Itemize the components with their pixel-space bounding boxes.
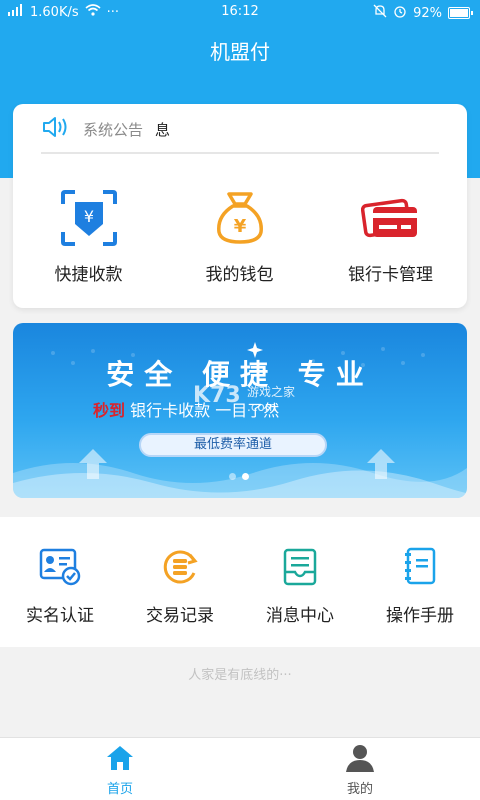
- banner-pill: 最低费率通道: [139, 433, 327, 457]
- qr-receive-icon: ¥: [13, 188, 164, 248]
- promo-banner[interactable]: 安全 便捷 专业 秒到 银行卡收款 一目了然 K73 游戏之家 .com 最低费…: [13, 323, 467, 498]
- wallet-label: 我的钱包: [205, 265, 274, 285]
- status-bar: 1.60K/s ··· 16:12 92%: [0, 0, 480, 24]
- tab-home[interactable]: 首页: [70, 744, 170, 797]
- carousel-dot[interactable]: [229, 473, 236, 480]
- page-title: 机盟付: [210, 40, 270, 64]
- bank-card-icon: [315, 188, 466, 248]
- quick-receive-label: 快捷收款: [54, 265, 123, 285]
- svg-text:¥: ¥: [233, 216, 246, 237]
- bottom-tab-bar: 首页 我的: [0, 737, 480, 800]
- list-end-hint: 人家是有底线的···: [188, 668, 292, 683]
- transaction-history-button[interactable]: 交易记录: [120, 547, 240, 626]
- svg-text:¥: ¥: [83, 207, 93, 226]
- feature-grid: 实名认证 交易记录 消息中心 操作手册: [0, 517, 480, 647]
- alarm-icon: [393, 4, 407, 22]
- coins-history-icon: [120, 547, 240, 587]
- watermark-logo: K73: [193, 383, 241, 408]
- main-card: 系统公告 息 ¥ 快捷收款 ¥ 我的钱包 银行卡管理: [13, 104, 467, 308]
- home-icon: [70, 744, 170, 772]
- divider: [41, 152, 439, 154]
- real-name-auth-label: 实名认证: [26, 606, 94, 626]
- message-center-label: 消息中心: [266, 606, 334, 626]
- user-icon: [310, 744, 410, 772]
- id-card-check-icon: [0, 547, 120, 587]
- banner-subtitle-highlight: 秒到: [93, 401, 126, 420]
- carousel-dot-active[interactable]: [242, 473, 249, 480]
- quick-receive-button[interactable]: ¥ 快捷收款: [13, 188, 164, 285]
- wallet-button[interactable]: ¥ 我的钱包: [164, 188, 315, 285]
- manual-book-icon: [360, 547, 480, 587]
- manual-button[interactable]: 操作手册: [360, 547, 480, 626]
- notice-text: 息: [155, 120, 171, 139]
- carousel-indicator: [229, 473, 249, 480]
- real-name-auth-button[interactable]: 实名认证: [0, 547, 120, 626]
- message-doc-icon: [240, 547, 360, 587]
- manual-label: 操作手册: [386, 606, 454, 626]
- tab-home-label: 首页: [106, 782, 133, 797]
- tab-mine-label: 我的: [346, 782, 373, 797]
- money-bag-icon: ¥: [164, 188, 315, 248]
- battery-percent: 92%: [413, 5, 442, 21]
- bank-card-label: 银行卡管理: [348, 265, 433, 285]
- bank-card-button[interactable]: 银行卡管理: [315, 188, 466, 285]
- watermark-text: 游戏之家 .com: [247, 385, 296, 414]
- tab-mine[interactable]: 我的: [310, 744, 410, 797]
- battery-icon: [448, 7, 473, 19]
- notice-bar[interactable]: 系统公告 息: [41, 116, 170, 142]
- transaction-history-label: 交易记录: [146, 606, 214, 626]
- notice-label: 系统公告: [83, 120, 144, 139]
- mute-bell-icon: [373, 4, 387, 22]
- speaker-icon: [41, 114, 71, 144]
- message-center-button[interactable]: 消息中心: [240, 547, 360, 626]
